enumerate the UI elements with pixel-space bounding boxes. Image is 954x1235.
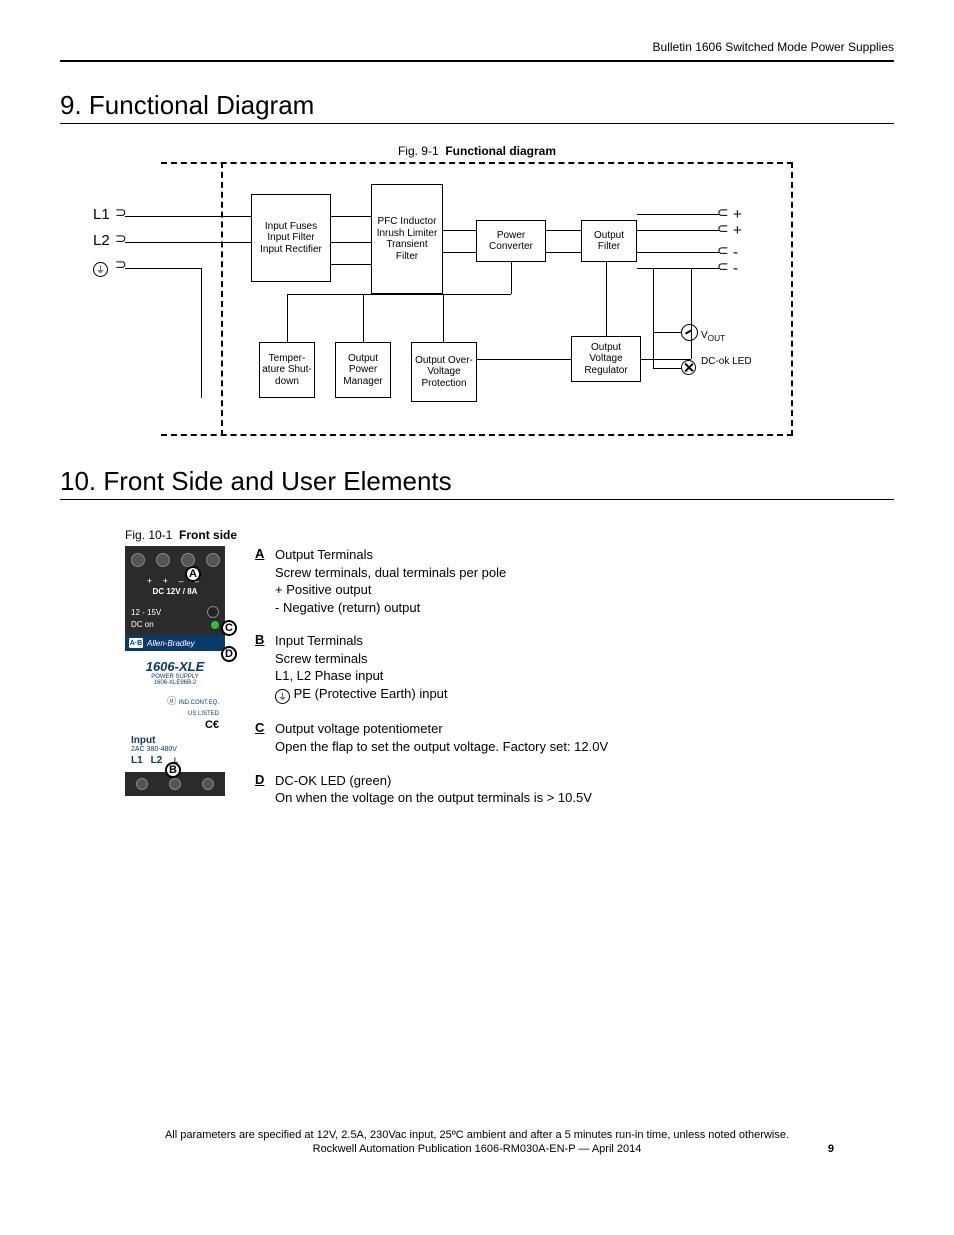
callout-b-icon: B	[165, 762, 181, 778]
callout-d-icon: D	[221, 646, 237, 662]
screw-icon	[206, 553, 220, 567]
output-terminals	[125, 546, 225, 574]
desc-a-l1: Screw terminals, dual terminals per pole	[275, 564, 894, 582]
functional-diagram: L1 ⊃ L2 ⊃ ⏚ ⊃ Input Fuses Input Filter I…	[161, 162, 793, 436]
output-minus: -	[733, 244, 738, 261]
block-pfc: PFC Inductor Inrush Limiter Transient Fi…	[371, 184, 443, 294]
dc-ok-label: DC-ok LED	[701, 356, 752, 367]
earth-icon: ⏚	[275, 689, 290, 704]
block-output-power-manager: Output Power Manager	[335, 342, 391, 398]
input-sub-label: 2AC 380-480V	[131, 746, 219, 753]
footer-line1: All parameters are specified at 12V, 2.5…	[120, 1129, 834, 1141]
brand-label: Allen-Bradley	[147, 639, 195, 648]
block-regulator: Output Voltage Regulator	[571, 336, 641, 382]
desc-c-title: Output voltage potentiometer	[275, 720, 894, 738]
vout-knob-icon	[681, 324, 698, 342]
led-icon	[211, 621, 219, 629]
bracket-icon: ⊂	[717, 242, 729, 259]
section-9-title: 9. Functional Diagram	[60, 90, 894, 124]
desc-c-l1: Open the flap to set the output voltage.…	[275, 738, 894, 756]
desc-key-d: D	[255, 772, 275, 807]
bracket-icon: ⊂	[717, 258, 729, 275]
v-knob-icon	[207, 606, 219, 618]
model-sub2: 1606-XLE96B-2	[131, 680, 219, 686]
screw-icon	[131, 553, 145, 567]
fig-9-caption-bold: Functional diagram	[445, 144, 556, 158]
footer: All parameters are specified at 12V, 2.5…	[120, 1129, 834, 1155]
ce-mark: C€	[131, 719, 219, 731]
input-l2-label: L2	[93, 232, 110, 249]
l1-label: L1	[131, 755, 143, 768]
dc-rating-label: DC 12V / 8A	[125, 587, 225, 600]
input-label: Input	[131, 735, 219, 746]
desc-key-c: C	[255, 720, 275, 755]
desc-body-a: Output Terminals Screw terminals, dual t…	[275, 546, 894, 616]
description-list: A Output Terminals Screw terminals, dual…	[255, 546, 894, 823]
screw-icon	[169, 778, 181, 790]
desc-d-l1: On when the voltage on the output termin…	[275, 789, 894, 807]
polarity-row: + + – –	[125, 574, 225, 587]
page-number: 9	[828, 1143, 834, 1155]
nameplate: 1606-XLE POWER SUPPLY 1606-XLE96B-2 ⓤ IN…	[125, 651, 225, 772]
ab-logo-icon: A·B	[129, 638, 143, 648]
v-range-label: 12 - 15V	[131, 608, 161, 617]
l2-label: L2	[151, 755, 163, 768]
output-plus: +	[733, 222, 742, 239]
bracket-icon: ⊂	[717, 220, 729, 237]
block-temp-shutdown: Temper-ature Shut-down	[259, 342, 315, 398]
block-input: Input Fuses Input Filter Input Rectifier	[251, 194, 331, 282]
brand-strip: A·B Allen-Bradley	[125, 635, 225, 651]
desc-key-b: B	[255, 632, 275, 704]
control-block: 12 - 15V DC on	[125, 600, 225, 635]
fig-10-caption: Fig. 10-1 Front side	[125, 528, 894, 542]
input-pe-label: ⏚	[93, 258, 108, 277]
device-front-view: + + – – DC 12V / 8A 12 - 15V DC on A·B A…	[125, 546, 225, 796]
screw-icon	[181, 553, 195, 567]
output-minus: -	[733, 260, 738, 277]
block-output-filter: Output Filter	[581, 220, 637, 262]
desc-b-l3: ⏚ PE (Protective Earth) input	[275, 685, 894, 705]
block-ovp: Output Over-Voltage Protection	[411, 342, 477, 402]
desc-key-a: A	[255, 546, 275, 616]
bracket-icon: ⊂	[717, 204, 729, 221]
header-doc-title: Bulletin 1606 Switched Mode Power Suppli…	[60, 40, 894, 62]
bracket-icon: ⊃	[115, 204, 127, 221]
desc-body-b: Input Terminals Screw terminals L1, L2 P…	[275, 632, 894, 704]
vout-label: VOUT	[701, 330, 725, 343]
fig-10-caption-bold: Front side	[179, 528, 237, 542]
desc-d-title: DC-OK LED (green)	[275, 772, 894, 790]
screw-icon	[156, 553, 170, 567]
dc-ok-led-icon	[681, 360, 696, 376]
output-plus: +	[733, 206, 742, 223]
callout-c-icon: C	[221, 620, 237, 636]
bracket-icon: ⊃	[115, 230, 127, 247]
cert-marks: ⓤ IND.CONT.EQ.US LISTED	[131, 694, 219, 717]
fig-9-caption: Fig. 9-1 Functional diagram	[60, 144, 894, 158]
footer-line2: Rockwell Automation Publication 1606-RM0…	[120, 1143, 834, 1155]
desc-b-title: Input Terminals	[275, 632, 894, 650]
bracket-icon: ⊃	[115, 256, 127, 273]
fig-9-caption-prefix: Fig. 9-1	[398, 144, 439, 158]
fig-10-caption-prefix: Fig. 10-1	[125, 528, 172, 542]
desc-a-title: Output Terminals	[275, 546, 894, 564]
callout-a-icon: A	[185, 566, 201, 582]
desc-body-d: DC-OK LED (green) On when the voltage on…	[275, 772, 894, 807]
section-10-title: 10. Front Side and User Elements	[60, 466, 894, 500]
desc-b-l1: Screw terminals	[275, 650, 894, 668]
desc-a-l2: + Positive output	[275, 581, 894, 599]
block-converter: Power Converter	[476, 220, 546, 262]
input-l1-label: L1	[93, 206, 110, 223]
screw-icon	[202, 778, 214, 790]
model-label: 1606-XLE	[131, 659, 219, 674]
screw-icon	[136, 778, 148, 790]
desc-a-l3: - Negative (return) output	[275, 599, 894, 617]
desc-b-l2: L1, L2 Phase input	[275, 667, 894, 685]
dc-on-label: DC on	[131, 620, 154, 629]
earth-icon: ⏚	[93, 262, 108, 277]
desc-body-c: Output voltage potentiometer Open the fl…	[275, 720, 894, 755]
